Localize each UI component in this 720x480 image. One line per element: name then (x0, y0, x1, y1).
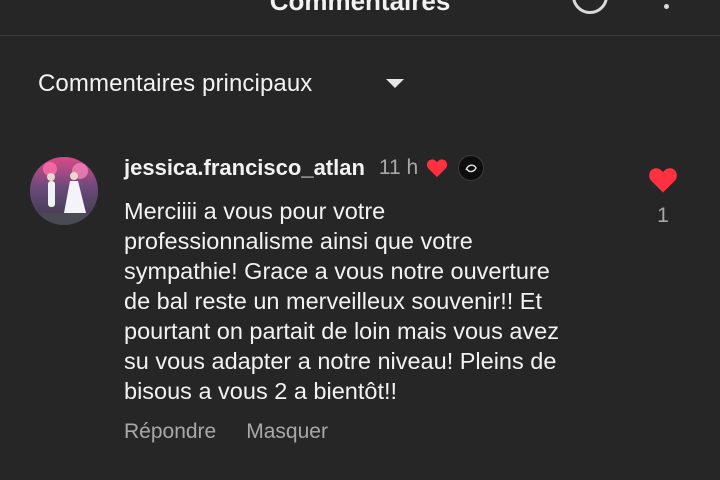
comment: jessica.francisco_atlan 11 h Merciiii a … (124, 152, 624, 444)
reply-button[interactable]: Répondre (124, 420, 216, 444)
hide-button[interactable]: Masquer (246, 420, 328, 444)
creator-logo-icon (465, 164, 478, 173)
header-bar: Commentaires (0, 0, 720, 36)
like-count: 1 (657, 204, 669, 227)
like-column: 1 (640, 166, 686, 228)
comment-username[interactable]: jessica.francisco_atlan (124, 155, 365, 181)
sort-dropdown[interactable]: Commentaires principaux (38, 66, 404, 102)
comment-actions: Répondre Masquer (124, 420, 624, 444)
heart-icon (427, 159, 448, 178)
sort-label: Commentaires principaux (38, 70, 313, 97)
creator-avatar (458, 155, 485, 181)
comment-text: Merciiii a vous pour votre professionnal… (124, 198, 560, 404)
comment-timestamp: 11 h (378, 156, 419, 179)
avatar[interactable] (30, 157, 98, 225)
comment-header: jessica.francisco_atlan 11 h (124, 152, 624, 184)
more-vertical-icon[interactable] (664, 4, 669, 9)
avatar-photo (30, 157, 98, 225)
caret-down-icon (386, 79, 404, 88)
page-title: Commentaires (269, 0, 451, 16)
like-heart-icon[interactable] (648, 166, 678, 194)
